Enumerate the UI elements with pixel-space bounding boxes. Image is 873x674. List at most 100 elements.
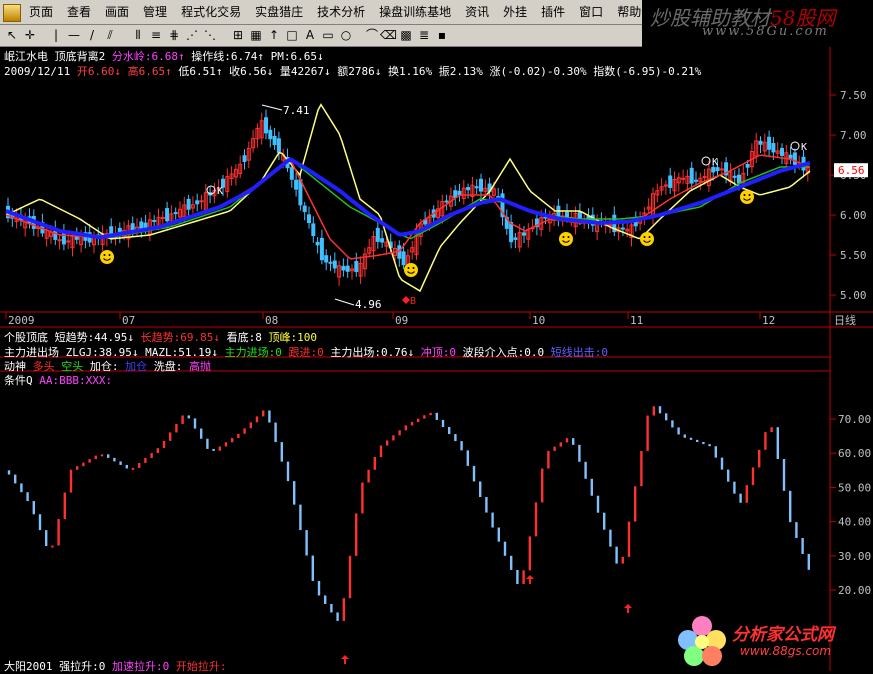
menu-item-5[interactable]: 实盘猎庄 [248, 0, 310, 24]
candle-body [375, 227, 380, 242]
osc-bar [789, 490, 792, 523]
osc-bar [751, 467, 755, 486]
osc-bar [119, 461, 122, 465]
panel-footer: 大阳2001 强拉升:0 加速拉升:0 开始拉升: [4, 658, 227, 674]
osc-bar [200, 428, 203, 439]
osc-bar [491, 512, 494, 528]
label-pm: PM:6.65↓ [270, 50, 324, 63]
candle-body [608, 224, 612, 227]
smiley-eye [648, 236, 651, 238]
smiley-face [559, 232, 573, 246]
menu-item-0[interactable]: 页面 [22, 0, 60, 24]
menu-item-4[interactable]: 程式化交易 [174, 0, 248, 24]
osc-bar [398, 430, 401, 436]
text-tool-icon[interactable]: A [302, 27, 318, 43]
x-label: 2009 [8, 314, 35, 327]
osc-bar [237, 433, 240, 439]
osc-bar [162, 440, 166, 449]
link-icon[interactable]: ⌒ [364, 27, 380, 43]
chart-area: 7.507.006.506.005.505.006.56 20090708091… [0, 47, 873, 674]
line-icon[interactable]: / [84, 27, 100, 43]
x-label: 11 [630, 314, 643, 327]
fan-icon[interactable]: ⋰ [184, 27, 200, 43]
erase-icon[interactable]: ⌫ [380, 27, 397, 43]
fib-icon[interactable]: ≡ [148, 27, 164, 43]
low-label: 4.96 [355, 298, 382, 311]
osc-bar [311, 555, 314, 581]
osc-bar [324, 595, 327, 604]
menu-item-7[interactable]: 操盘训练基地 [372, 0, 458, 24]
save-icon[interactable]: ▪ [434, 27, 450, 43]
candle-body [719, 168, 724, 171]
lines-icon[interactable]: ≣ [416, 27, 432, 43]
box-icon[interactable]: ⊞ [230, 27, 246, 43]
osc-bar [770, 427, 773, 433]
fan2-icon[interactable]: ⋱ [202, 27, 218, 43]
lower-label: 60.00 [838, 447, 871, 460]
candle-body [401, 251, 406, 266]
color-icon[interactable]: ▩ [398, 27, 414, 43]
menu-item-6[interactable]: 技术分析 [310, 0, 372, 24]
grid-icon[interactable]: ▦ [248, 27, 264, 43]
osc-bar [299, 504, 302, 531]
p4-vars: AA:BBB:XXX: [39, 374, 113, 387]
osc-bar [355, 513, 358, 556]
menu-item-11[interactable]: 窗口 [572, 0, 610, 24]
candle-body [522, 232, 526, 236]
hline-icon[interactable]: — [66, 27, 82, 43]
menu-item-10[interactable]: 插件 [534, 0, 572, 24]
lower-label: 30.00 [838, 550, 871, 563]
rect2-icon[interactable]: ▭ [320, 27, 336, 43]
smiley-face [404, 263, 418, 277]
cursor-icon[interactable]: ↖ [4, 27, 20, 43]
osc-bar [100, 454, 104, 457]
menu-item-8[interactable]: 资讯 [458, 0, 496, 24]
app-icon[interactable] [3, 4, 21, 22]
osc-bar [714, 446, 717, 458]
arrow-up-icon[interactable]: ↑ [266, 27, 282, 43]
candle-body [272, 136, 277, 146]
candle-body [289, 167, 294, 180]
quote-close: 收6.56↓ [229, 65, 274, 78]
osc-bar [305, 530, 308, 556]
period-label: 日线 [834, 313, 856, 327]
vline-icon[interactable]: | [48, 27, 64, 43]
osc-bar [584, 461, 587, 479]
smiley-face [100, 250, 114, 264]
osc-bar [410, 422, 414, 426]
circle-icon[interactable]: ○ [338, 27, 354, 43]
candle-body [689, 167, 694, 184]
candle-body [61, 231, 66, 245]
osc-bar [107, 454, 110, 458]
menu-item-9[interactable]: 外挂 [496, 0, 534, 24]
smiley-face [640, 232, 654, 246]
p2-follow: 跟进:0 [288, 346, 324, 359]
osc-bar [479, 481, 482, 498]
smiley-eye [407, 267, 410, 269]
candle-body [711, 166, 716, 173]
osc-bar [76, 466, 79, 470]
candle-body [509, 222, 514, 243]
candle-body [457, 190, 462, 196]
menu-item-3[interactable]: 管理 [136, 0, 174, 24]
osc-bar [404, 425, 407, 431]
menu-item-2[interactable]: 画面 [98, 0, 136, 24]
gann-icon[interactable]: ⋕ [166, 27, 182, 43]
osc-bar [386, 440, 389, 446]
bars-icon[interactable]: ⦀ [130, 27, 146, 43]
rect-icon[interactable]: □ [284, 27, 300, 43]
p1-bottom: 看底:8 [226, 331, 262, 344]
candle-body [732, 175, 737, 178]
osc-bar [578, 444, 581, 462]
menu-item-1[interactable]: 查看 [60, 0, 98, 24]
p3-add: 加仓 [125, 360, 148, 373]
channel-icon[interactable]: ⫽ [102, 27, 118, 43]
osc-bar [485, 497, 488, 513]
crosshair-icon[interactable]: ✛ [22, 27, 38, 43]
candle-body [466, 187, 471, 191]
osc-bar [758, 449, 761, 468]
osc-bar [435, 412, 438, 420]
osc-bar [472, 465, 476, 482]
osc-bar [218, 446, 221, 451]
candle-body [242, 155, 247, 162]
